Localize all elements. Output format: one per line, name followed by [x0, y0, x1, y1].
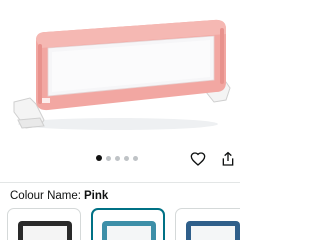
share-button[interactable]: [218, 149, 238, 169]
swatch-thumbnail: [186, 221, 240, 240]
carousel-dot[interactable]: [133, 155, 138, 161]
heart-outline-icon: [190, 152, 206, 166]
swatch-thumbnail: [102, 221, 156, 240]
colour-swatch-row: [0, 208, 240, 240]
swatch-thumbnail: [18, 221, 72, 240]
share-icon: [222, 151, 234, 166]
wishlist-button[interactable]: [188, 149, 208, 169]
variation-label-row: Colour Name: Pink: [10, 190, 108, 202]
section-divider: [0, 182, 240, 183]
colour-name-label: Colour Name:: [10, 190, 81, 202]
carousel-dot-active[interactable]: [96, 155, 102, 161]
product-page: Colour Name: Pink: [0, 0, 240, 240]
carousel-dot[interactable]: [106, 155, 111, 161]
carousel-dot[interactable]: [115, 155, 120, 161]
colour-swatch[interactable]: [7, 208, 81, 240]
product-image[interactable]: [0, 0, 240, 146]
image-carousel-dots[interactable]: [96, 155, 138, 161]
bed-rail-illustration: [13, 19, 231, 130]
colour-swatch[interactable]: [175, 208, 240, 240]
carousel-dot[interactable]: [124, 155, 129, 161]
colour-name-value: Pink: [83, 190, 109, 202]
colour-swatch-selected[interactable]: [91, 208, 165, 240]
